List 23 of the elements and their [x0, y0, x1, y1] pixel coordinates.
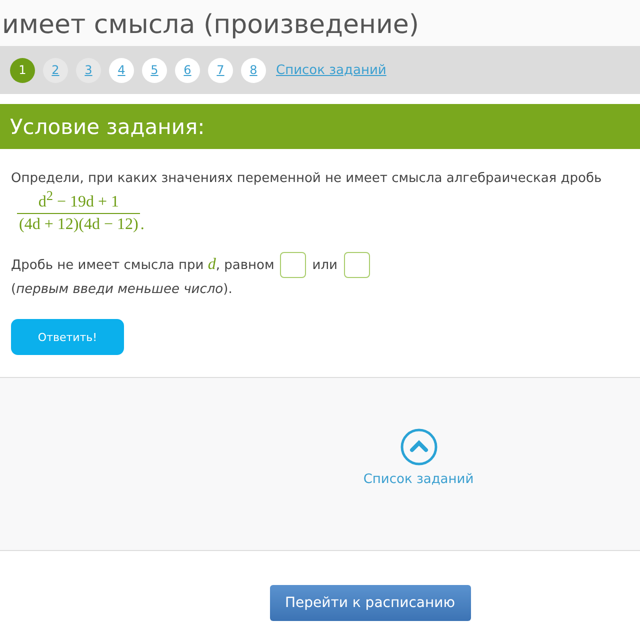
fraction: d$^{2}$ − 19d + 1 (4d + 12)(4d − 12): [17, 188, 140, 234]
page-number[interactable]: 7: [208, 58, 233, 82]
answer-field[interactable]: [280, 252, 306, 278]
page-number[interactable]: 4: [109, 58, 134, 82]
question-text: Определи, при каких значениях переменной не имеет смысла алгебраическая дробь: [11, 171, 603, 186]
task-header: Условие задания:: [0, 104, 640, 149]
answer-label: Дробь не имеет смысла при d, равном: [11, 256, 274, 274]
answer-field[interactable]: [344, 252, 370, 278]
schedule-button[interactable]: Перейти к расписанию: [270, 585, 470, 622]
chevron-up-icon[interactable]: [400, 428, 438, 466]
or-label: или: [312, 258, 338, 273]
page-number[interactable]: 3: [76, 58, 101, 82]
hint-text: (первым введи меньшее число).: [11, 282, 234, 298]
task-list-link[interactable]: Список заданий: [276, 62, 386, 78]
page-number[interactable]: 1: [10, 58, 35, 82]
page-number[interactable]: 5: [142, 58, 167, 82]
period: .: [140, 216, 144, 234]
page-number[interactable]: 2: [43, 58, 68, 82]
page-title: имеет смысла (произведение): [2, 10, 420, 40]
task-list-link[interactable]: Список заданий: [363, 472, 474, 487]
page-number[interactable]: 6: [175, 58, 200, 82]
page-number[interactable]: 8: [241, 58, 266, 82]
submit-button[interactable]: Ответить!: [11, 319, 124, 356]
